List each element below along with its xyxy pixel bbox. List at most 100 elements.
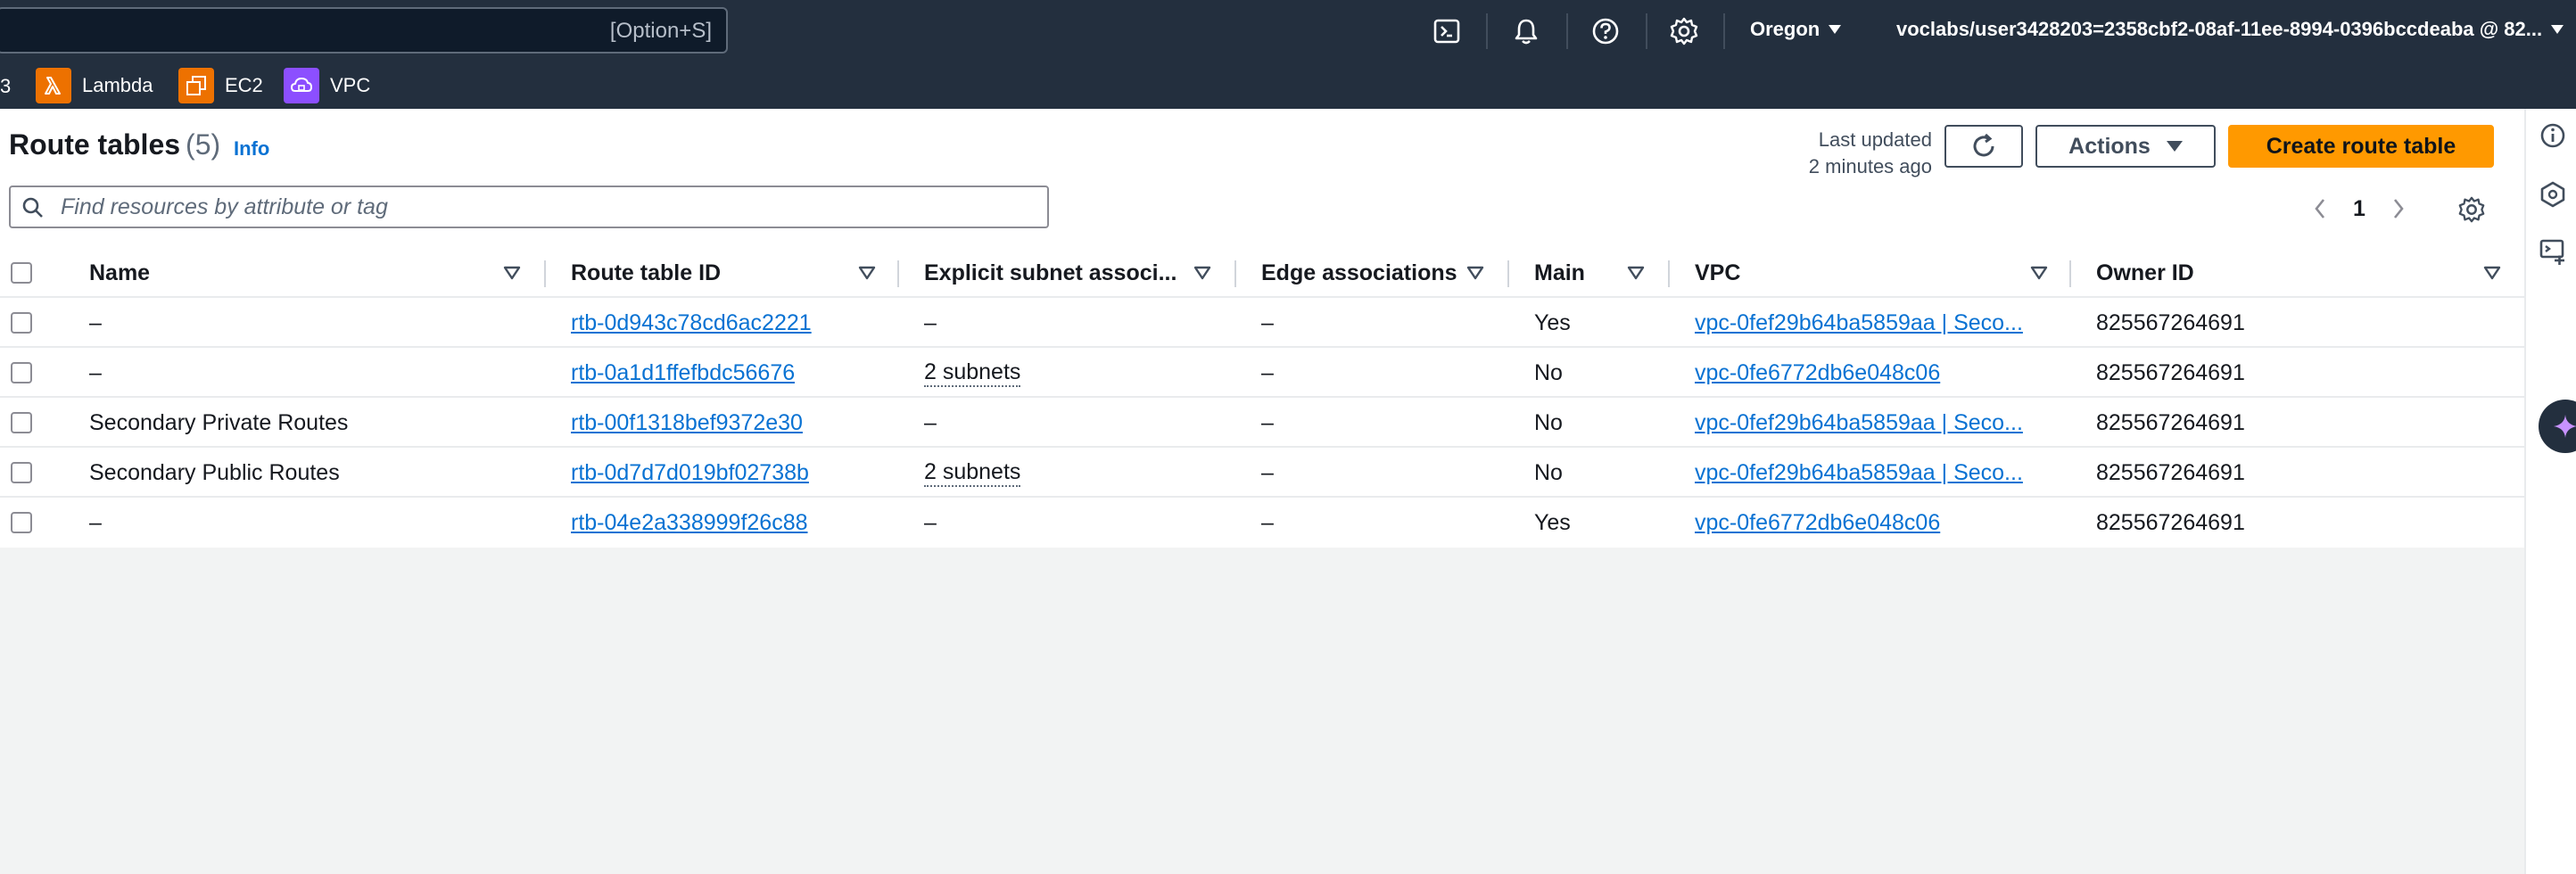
account-menu[interactable]: voclabs/user3428203=2358cbf2-08af-11ee-8… — [1896, 18, 2564, 41]
resource-count: (5) — [186, 128, 221, 161]
route-table-id-link[interactable]: rtb-0d7d7d019bf02738b — [571, 460, 809, 486]
refresh-button[interactable] — [1944, 125, 2023, 168]
cell-owner-id: 825567264691 — [2096, 509, 2245, 535]
filter-input[interactable] — [61, 187, 1033, 227]
last-updated: Last updated 2 minutes ago — [1766, 127, 1932, 180]
global-search[interactable]: [Option+S] — [0, 7, 728, 54]
column-resizer[interactable] — [2069, 260, 2071, 287]
route-table-id-link[interactable]: rtb-04e2a338999f26c88 — [571, 510, 808, 536]
nav-divider — [1723, 13, 1725, 49]
create-route-table-button[interactable]: Create route table — [2228, 125, 2494, 168]
region-selector[interactable]: Oregon — [1750, 18, 1842, 41]
column-header-edge-associations[interactable]: Edge associations — [1261, 248, 1457, 298]
subnet-count-popover[interactable]: 2 subnets — [924, 458, 1021, 487]
notifications-bell-icon[interactable] — [1510, 15, 1542, 47]
cell-name: – — [89, 359, 102, 385]
search-shortcut-hint: [Option+S] — [609, 19, 712, 43]
cell-main: Yes — [1534, 309, 1571, 335]
table-header: Name Route table ID Explicit subnet asso… — [0, 248, 2524, 298]
help-icon[interactable] — [1589, 15, 1622, 47]
cloudshell-icon[interactable] — [1431, 15, 1463, 47]
nav-divider — [1646, 13, 1647, 49]
cell-owner-id: 825567264691 — [2096, 459, 2245, 485]
cell-main: No — [1534, 459, 1563, 485]
column-resizer[interactable] — [1234, 260, 1236, 287]
route-tables-panel: Route tables (5) Info Last updated 2 minu… — [0, 109, 2524, 548]
column-header-vpc[interactable]: VPC — [1695, 248, 1740, 298]
sort-caret-icon[interactable] — [858, 266, 876, 280]
row-checkbox[interactable] — [11, 312, 32, 334]
cell-subnet: – — [924, 409, 937, 435]
vpc-link[interactable]: vpc-0fe6772db6e048c06 — [1695, 498, 1940, 548]
column-header-owner-id[interactable]: Owner ID — [2096, 248, 2194, 298]
favorite-lambda[interactable]: Lambda — [36, 68, 153, 103]
caret-down-icon — [2166, 141, 2183, 152]
sort-caret-icon[interactable] — [1627, 266, 1645, 280]
page-title-text: Route tables — [9, 128, 181, 161]
sort-caret-icon[interactable] — [503, 266, 521, 280]
column-resizer[interactable] — [897, 260, 899, 287]
cell-main: No — [1534, 409, 1563, 435]
route-table-id-link[interactable]: rtb-0a1d1ffefbdc56676 — [571, 360, 795, 386]
info-link[interactable]: Info — [234, 137, 269, 161]
filter-box — [9, 186, 1049, 228]
account-label: voclabs/user3428203=2358cbf2-08af-11ee-8… — [1896, 18, 2543, 40]
cell-edge: – — [1261, 359, 1274, 385]
page-number[interactable]: 1 — [2353, 196, 2365, 222]
vpc-link[interactable]: vpc-0fef29b64ba5859aa | Seco... — [1695, 298, 2023, 348]
favorite-label: Lambda — [82, 74, 153, 96]
row-checkbox[interactable] — [11, 512, 32, 533]
favorite-item-partial[interactable]: 3 — [0, 75, 11, 98]
table-row[interactable]: – rtb-0d943c78cd6ac2221 – – Yes vpc-0fef… — [0, 298, 2524, 348]
sort-caret-icon[interactable] — [1193, 266, 1211, 280]
favorite-vpc[interactable]: VPC — [284, 68, 370, 103]
column-header-explicit-subnet[interactable]: Explicit subnet associ... — [924, 248, 1177, 298]
sort-caret-icon[interactable] — [2030, 266, 2048, 280]
table-row[interactable]: Secondary Public Routes rtb-0d7d7d019bf0… — [0, 448, 2524, 498]
cell-main: No — [1534, 359, 1563, 385]
row-checkbox[interactable] — [11, 462, 32, 483]
column-header-main[interactable]: Main — [1534, 248, 1585, 298]
column-resizer[interactable] — [1668, 260, 1670, 287]
cell-name: – — [89, 309, 102, 335]
row-checkbox[interactable] — [11, 412, 32, 433]
column-resizer[interactable] — [1507, 260, 1509, 287]
actions-dropdown-button[interactable]: Actions — [2035, 125, 2216, 168]
vpc-link[interactable]: vpc-0fe6772db6e048c06 — [1695, 348, 1940, 398]
route-table-id-link[interactable]: rtb-00f1318bef9372e30 — [571, 410, 803, 436]
vpc-link[interactable]: vpc-0fef29b64ba5859aa | Seco... — [1695, 448, 2023, 498]
subnet-count-popover[interactable]: 2 subnets — [924, 359, 1021, 387]
top-navigation: [Option+S] Oregon voclabs/user3428203=23… — [0, 0, 2576, 62]
column-header-name[interactable]: Name — [89, 248, 150, 298]
vpc-link[interactable]: vpc-0fef29b64ba5859aa | Seco... — [1695, 398, 2023, 448]
favorite-ec2[interactable]: EC2 — [178, 68, 263, 103]
route-table-id-link[interactable]: rtb-0d943c78cd6ac2221 — [571, 310, 812, 336]
preferences-gear-icon[interactable] — [2456, 194, 2487, 225]
sparkle-icon — [2554, 415, 2576, 438]
console-feedback-icon[interactable] — [2539, 237, 2567, 266]
cell-subnet: – — [924, 509, 937, 535]
table-row[interactable]: – rtb-04e2a338999f26c88 – – Yes vpc-0fe6… — [0, 498, 2524, 548]
cell-edge: – — [1261, 409, 1274, 435]
row-checkbox[interactable] — [11, 362, 32, 383]
chevron-left-icon[interactable] — [2307, 191, 2333, 227]
table-row[interactable]: – rtb-0a1d1ffefbdc56676 2 subnets – No v… — [0, 348, 2524, 398]
column-header-route-table-id[interactable]: Route table ID — [571, 248, 721, 298]
pagination: 1 — [2307, 191, 2412, 227]
security-hub-icon[interactable] — [2539, 180, 2567, 209]
cell-name: Secondary Public Routes — [89, 459, 340, 485]
select-all-checkbox[interactable] — [11, 262, 32, 284]
cell-owner-id: 825567264691 — [2096, 309, 2245, 335]
sort-caret-icon[interactable] — [1466, 266, 1484, 280]
cell-owner-id: 825567264691 — [2096, 409, 2245, 435]
column-resizer[interactable] — [544, 260, 546, 287]
cell-edge: – — [1261, 309, 1274, 335]
favorite-label: VPC — [330, 74, 371, 96]
info-circle-icon[interactable] — [2539, 121, 2567, 150]
table-row[interactable]: Secondary Private Routes rtb-00f1318bef9… — [0, 398, 2524, 448]
settings-gear-icon[interactable] — [1668, 15, 1700, 47]
cell-edge: – — [1261, 509, 1274, 535]
chevron-right-icon[interactable] — [2385, 191, 2412, 227]
lambda-icon — [36, 68, 71, 103]
sort-caret-icon[interactable] — [2483, 266, 2501, 280]
